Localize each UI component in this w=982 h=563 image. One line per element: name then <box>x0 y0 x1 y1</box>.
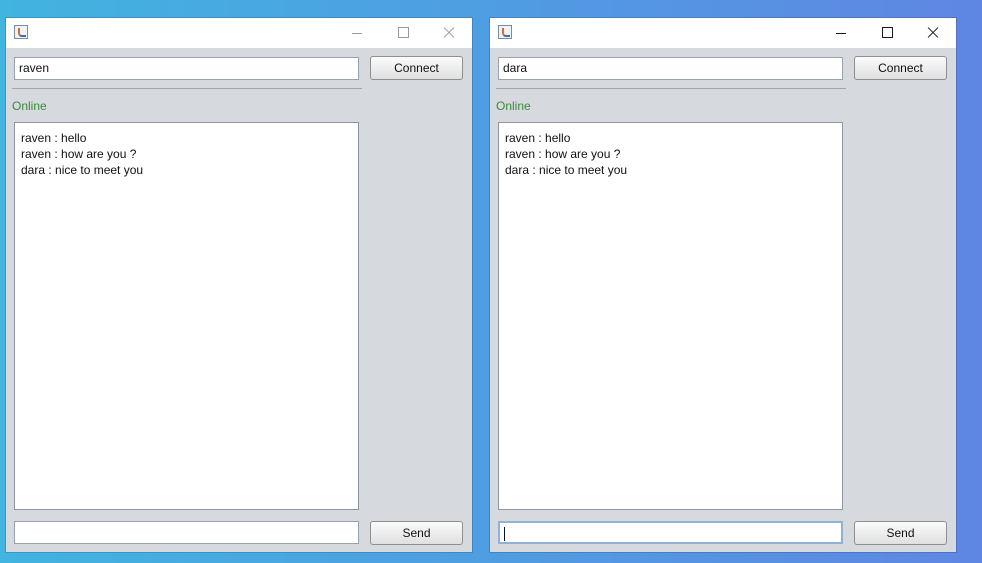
divider <box>12 88 362 89</box>
maximize-button[interactable] <box>864 18 910 48</box>
connect-button[interactable]: Connect <box>854 56 947 80</box>
chat-message: raven : hello <box>505 131 571 145</box>
chat-log[interactable]: raven : hello raven : how are you ? dara… <box>498 122 843 510</box>
username-input[interactable]: dara <box>498 57 843 80</box>
chat-window-left: raven Connect Online raven : hello raven… <box>6 18 472 552</box>
connect-button[interactable]: Connect <box>370 56 463 80</box>
chat-message: dara : nice to meet you <box>505 163 628 177</box>
send-button[interactable]: Send <box>370 521 463 545</box>
text-caret <box>504 526 505 541</box>
divider <box>496 88 846 89</box>
message-input[interactable] <box>498 521 843 544</box>
title-bar[interactable] <box>6 18 472 48</box>
title-bar[interactable] <box>490 18 956 48</box>
maximize-icon <box>398 27 409 38</box>
chat-message: dara : nice to meet you <box>21 163 144 177</box>
chat-log[interactable]: raven : hello raven : how are you ? dara… <box>14 122 359 510</box>
chat-message: raven : hello <box>21 131 87 145</box>
message-input[interactable] <box>14 521 359 544</box>
java-app-icon <box>14 25 28 39</box>
chat-window-right: dara Connect Online raven : hello raven … <box>490 18 956 552</box>
minimize-button[interactable] <box>818 18 864 48</box>
chat-message: raven : how are you ? <box>21 147 137 161</box>
java-app-icon <box>498 25 512 39</box>
status-label: Online <box>12 99 47 113</box>
maximize-button[interactable] <box>380 18 426 48</box>
status-label: Online <box>496 99 531 113</box>
close-button[interactable] <box>426 18 472 48</box>
minimize-icon <box>352 33 362 34</box>
chat-message: raven : how are you ? <box>505 147 621 161</box>
username-input[interactable]: raven <box>14 57 359 80</box>
maximize-icon <box>882 27 893 38</box>
close-button[interactable] <box>910 18 956 48</box>
minimize-button[interactable] <box>334 18 380 48</box>
send-button[interactable]: Send <box>854 521 947 545</box>
minimize-icon <box>836 33 846 34</box>
